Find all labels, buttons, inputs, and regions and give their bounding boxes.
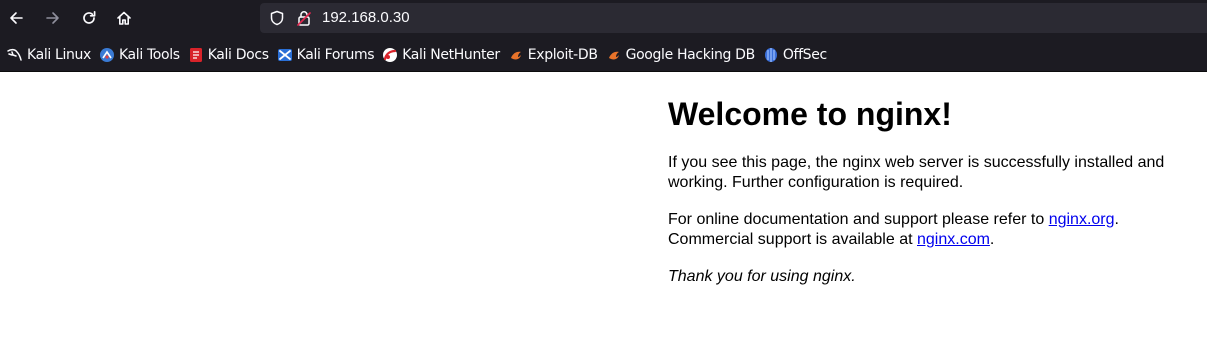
tracking-shield-icon[interactable]	[269, 10, 285, 26]
bookmark-label: Kali NetHunter	[402, 47, 500, 63]
reload-button[interactable]	[75, 4, 103, 32]
bookmark-label: Google Hacking DB	[625, 47, 756, 63]
nginx-com-link[interactable]: nginx.com	[917, 231, 990, 248]
arrow-left-icon	[10, 12, 23, 24]
url-text[interactable]: 192.168.0.30	[322, 9, 410, 27]
insecure-lock-icon[interactable]	[296, 10, 312, 26]
offsec-icon	[764, 48, 777, 62]
kali-docs-icon	[189, 48, 202, 62]
kali-dragon-icon	[7, 48, 22, 61]
page-content: Welcome to nginx! If you see this page, …	[668, 72, 1198, 287]
bookmark-label: OffSec	[782, 47, 827, 63]
bookmark-label: Kali Forums	[296, 47, 375, 63]
forward-button[interactable]	[39, 4, 67, 32]
bookmark-kali-forums[interactable]: Kali Forums	[274, 42, 380, 68]
page-title: Welcome to nginx!	[668, 96, 952, 132]
bookmarks-toolbar: Kali Linux Kali Tools Kali Docs Kali For…	[0, 40, 1207, 70]
bookmark-label: Kali Linux	[27, 47, 91, 63]
home-button[interactable]	[110, 4, 138, 32]
intro-paragraph: If you see this page, the nginx web serv…	[668, 154, 1165, 191]
support-paragraph: For online documentation and support ple…	[668, 210, 1198, 250]
bookmark-kali-docs[interactable]: Kali Docs	[185, 42, 274, 68]
kali-forums-icon	[277, 49, 292, 61]
support-text: .	[989, 231, 995, 248]
bookmark-label: Kali Tools	[118, 47, 180, 63]
exploit-db-icon	[510, 51, 521, 60]
bookmark-offsec[interactable]: OffSec	[760, 42, 832, 68]
thank-you-text: Thank you for using nginx.	[668, 268, 856, 285]
bookmark-exploit-db[interactable]: Exploit-DB	[505, 42, 603, 68]
arrow-right-icon	[46, 12, 59, 24]
bookmark-google-hacking-db[interactable]: Google Hacking DB	[603, 42, 760, 68]
bookmark-label: Kali Docs	[207, 47, 269, 63]
browser-chrome: 192.168.0.30 Kali Linux Kali Tools Kali …	[0, 0, 1207, 72]
home-icon	[117, 11, 131, 25]
google-hacking-db-icon	[608, 51, 619, 60]
bookmark-kali-nethunter[interactable]: Kali NetHunter	[379, 42, 505, 68]
kali-nethunter-icon	[383, 48, 398, 62]
bookmark-kali-tools[interactable]: Kali Tools	[96, 42, 185, 68]
reload-icon	[83, 10, 96, 24]
nginx-org-link[interactable]: nginx.org	[1049, 211, 1115, 228]
support-text: For online documentation and support ple…	[668, 211, 1049, 228]
address-bar[interactable]: 192.168.0.30	[260, 3, 1207, 33]
bookmark-label: Exploit-DB	[527, 47, 598, 63]
back-button[interactable]	[2, 4, 30, 32]
bookmark-kali-linux[interactable]: Kali Linux	[4, 42, 96, 68]
kali-tools-icon	[99, 48, 114, 62]
navigation-toolbar: 192.168.0.30	[0, 0, 1207, 36]
